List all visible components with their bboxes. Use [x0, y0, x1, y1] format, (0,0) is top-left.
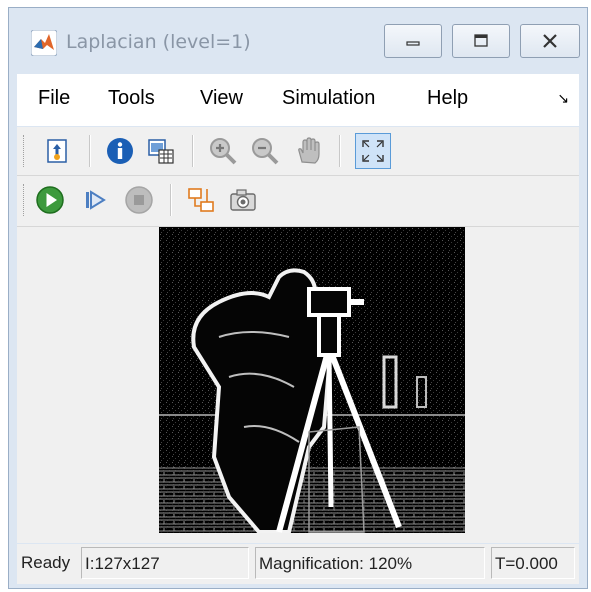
zoom-out-button[interactable]	[249, 135, 281, 167]
menu-bar: File Tools View Simulation Help ↘	[17, 74, 579, 126]
maximize-button[interactable]	[452, 24, 510, 58]
title-bar[interactable]: Laplacian (level=1)	[9, 8, 587, 74]
toolbar-separator	[192, 135, 194, 167]
status-image-size: I:127x127	[81, 547, 249, 579]
maximize-icon	[474, 34, 488, 47]
menu-tools[interactable]: Tools	[108, 87, 155, 110]
export-to-workspace-icon	[148, 139, 174, 164]
stop-icon	[125, 186, 153, 214]
close-icon	[543, 34, 557, 48]
minimize-icon	[406, 41, 420, 46]
toolbar-separator	[170, 184, 172, 216]
snapshot-button[interactable]	[227, 184, 259, 216]
snapshot-camera-icon	[230, 189, 256, 211]
print-to-figure-icon	[47, 139, 67, 163]
toolbar-separator	[89, 135, 91, 167]
zoom-in-button[interactable]	[207, 135, 239, 167]
status-sim-time: T=0.000	[491, 547, 575, 579]
fit-to-window-icon	[362, 140, 384, 162]
toolbar-separator	[339, 135, 341, 167]
pan-button[interactable]	[293, 135, 325, 167]
status-bar: Ready I:127x127 Magnification: 120% T=0.…	[17, 544, 579, 584]
stop-button[interactable]	[123, 184, 155, 216]
toolbar-primary	[17, 127, 579, 176]
print-to-figure-button[interactable]	[41, 135, 73, 167]
toolbar-simulation	[17, 176, 579, 227]
close-button[interactable]	[520, 24, 580, 58]
menu-file[interactable]: File	[38, 87, 70, 110]
menu-simulation[interactable]: Simulation	[282, 87, 375, 110]
menu-view[interactable]: View	[200, 87, 243, 110]
toolbar-grip[interactable]	[23, 135, 26, 167]
status-ready: Ready	[21, 553, 71, 572]
zoom-out-icon	[252, 138, 279, 165]
dock-arrow-icon[interactable]: ↘	[557, 91, 569, 107]
step-forward-icon	[86, 190, 106, 210]
info-button[interactable]	[104, 135, 136, 167]
pan-hand-icon	[298, 137, 320, 164]
video-display-area	[17, 227, 579, 543]
highlight-block-icon	[188, 188, 214, 212]
info-icon	[107, 138, 133, 164]
zoom-in-icon	[210, 138, 237, 165]
export-to-workspace-button[interactable]	[145, 135, 177, 167]
status-magnification: Magnification: 120%	[255, 547, 485, 579]
menu-help[interactable]: Help	[427, 87, 468, 110]
matlab-logo-icon	[30, 29, 58, 57]
highlight-block-button[interactable]	[185, 184, 217, 216]
run-icon	[36, 186, 64, 214]
minimize-button[interactable]	[384, 24, 442, 58]
step-forward-button[interactable]	[79, 184, 111, 216]
viewer-window: Laplacian (level=1) File Tools View Simu…	[8, 7, 588, 589]
fit-to-window-button[interactable]	[355, 133, 391, 169]
laplacian-image[interactable]	[159, 227, 465, 533]
run-button[interactable]	[34, 184, 66, 216]
window-title: Laplacian (level=1)	[66, 31, 251, 53]
toolbar-grip[interactable]	[23, 184, 26, 216]
cameraman-edge-image	[159, 227, 465, 533]
